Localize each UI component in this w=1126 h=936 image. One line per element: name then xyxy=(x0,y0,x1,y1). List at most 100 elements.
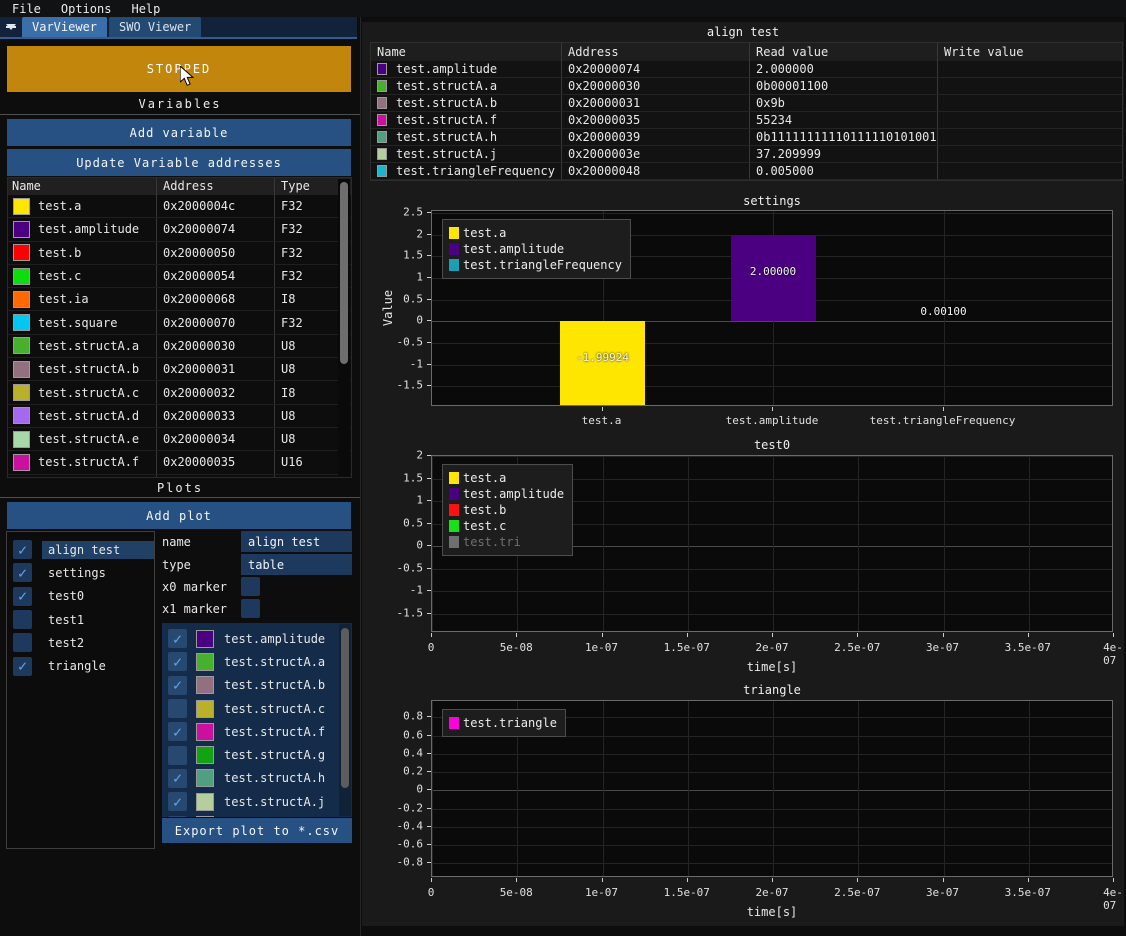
collapse-tabbar-icon[interactable] xyxy=(0,17,22,37)
series-item[interactable]: ✓test.structA.g xyxy=(162,743,352,766)
series-visible-checkbox[interactable]: ✓ xyxy=(168,699,187,718)
series-list-scrollbar[interactable] xyxy=(339,624,351,816)
legend-entry[interactable]: test.amplitude xyxy=(449,241,622,257)
plot-name[interactable]: test0 xyxy=(42,587,90,605)
series-color-swatch[interactable] xyxy=(196,723,214,741)
series-item[interactable]: ✓test.structA.a xyxy=(162,650,352,673)
table-row[interactable]: test.structA.b0x20000031U8 xyxy=(8,358,351,381)
x0-marker-checkbox[interactable]: ✓ xyxy=(241,577,260,596)
table-row[interactable]: test.structA.a0x20000030U8 xyxy=(8,335,351,358)
series-color-swatch[interactable] xyxy=(196,769,214,787)
variable-color-swatch[interactable] xyxy=(13,198,30,215)
plot-visible-checkbox[interactable]: ✓ xyxy=(13,540,32,559)
plot-list-item[interactable]: ✓ align test xyxy=(7,538,154,561)
plot-list-item[interactable]: ✓ test2 xyxy=(7,631,154,654)
series-color-swatch[interactable] xyxy=(196,653,214,671)
legend-entry[interactable]: test.amplitude xyxy=(449,486,564,502)
table-row[interactable]: test.triangleFrequency0x200000480.005000 xyxy=(371,163,1122,180)
plot-name[interactable]: test2 xyxy=(42,634,90,652)
update-variable-addresses-button[interactable]: Update Variable addresses xyxy=(7,149,351,176)
target-state-button[interactable]: STOPPED xyxy=(7,46,351,92)
legend-entry[interactable]: test.b xyxy=(449,502,564,518)
plot-name[interactable]: settings xyxy=(42,564,112,582)
variable-color-swatch[interactable] xyxy=(13,477,30,478)
legend-entry[interactable]: test.c xyxy=(449,518,564,534)
table-row[interactable]: test.square0x20000070F32 xyxy=(8,311,351,334)
table-row[interactable]: test.structA.c0x20000032I8 xyxy=(8,381,351,404)
variable-color-swatch[interactable] xyxy=(13,361,30,378)
table-row[interactable]: test.ia0x20000068I8 xyxy=(8,288,351,311)
legend-entry[interactable]: test.a xyxy=(449,470,564,486)
plot-type-select[interactable]: table xyxy=(241,554,352,575)
variable-color-swatch[interactable] xyxy=(13,291,30,308)
add-variable-button[interactable]: Add variable xyxy=(7,119,351,146)
menu-options[interactable]: Options xyxy=(61,2,112,16)
table-row[interactable]: test.b0x20000050F32 xyxy=(8,242,351,265)
variables-table-scrollbar[interactable] xyxy=(338,179,350,476)
menu-file[interactable]: File xyxy=(12,2,41,16)
column-header-name[interactable]: Name xyxy=(8,178,157,195)
legend-entry[interactable]: test.a xyxy=(449,225,622,241)
table-row[interactable] xyxy=(8,475,351,478)
menu-help[interactable]: Help xyxy=(131,2,160,16)
plot-list-item[interactable]: ✓ test0 xyxy=(7,585,154,608)
table-row[interactable]: test.structA.h0x200000390b11111111110111… xyxy=(371,129,1122,146)
table-row[interactable]: test.structA.a0x200000300b00001100 xyxy=(371,78,1122,95)
series-color-swatch[interactable] xyxy=(196,816,214,817)
write-value-cell[interactable] xyxy=(938,95,1122,111)
table-row[interactable]: test.amplitude0x200000742.000000 xyxy=(371,61,1122,78)
tab-varviewer[interactable]: VarViewer xyxy=(22,17,107,37)
variable-color-swatch[interactable] xyxy=(13,454,30,471)
series-visible-checkbox[interactable]: ✓ xyxy=(168,629,187,648)
series-item[interactable]: ✓test.structA.j xyxy=(162,790,352,813)
plot-visible-checkbox[interactable]: ✓ xyxy=(13,563,32,582)
plot-visible-checkbox[interactable]: ✓ xyxy=(13,633,32,652)
table-row[interactable]: test.amplitude0x20000074F32 xyxy=(8,218,351,241)
write-value-cell[interactable] xyxy=(938,129,1122,145)
series-item[interactable]: ✓test.structA.h xyxy=(162,767,352,790)
table-row[interactable]: test.structA.e0x20000034U8 xyxy=(8,428,351,451)
variable-color-swatch[interactable] xyxy=(13,268,30,285)
variable-color-swatch[interactable] xyxy=(13,384,30,401)
write-value-cell[interactable] xyxy=(938,61,1122,77)
column-header-address[interactable]: Address xyxy=(562,43,750,61)
series-item[interactable]: ✓test.structA.f xyxy=(162,720,352,743)
plot-visible-checkbox[interactable]: ✓ xyxy=(13,610,32,629)
column-header-name[interactable]: Name xyxy=(371,43,562,61)
table-row[interactable]: test.structA.f0x20000035U16 xyxy=(8,451,351,474)
variable-color-swatch[interactable] xyxy=(13,221,30,238)
plot-name[interactable]: test1 xyxy=(42,611,90,629)
export-csv-button[interactable]: Export plot to *.csv xyxy=(162,818,352,843)
plot-name[interactable]: align test xyxy=(42,541,154,559)
plot-visible-checkbox[interactable]: ✓ xyxy=(13,657,32,676)
series-color-swatch[interactable] xyxy=(196,630,214,648)
series-color-swatch[interactable] xyxy=(196,793,214,811)
plot-list-item[interactable]: ✓ test1 xyxy=(7,608,154,631)
chart-legend[interactable]: test.atest.amplitudetest.triangleFrequen… xyxy=(442,219,631,279)
series-item[interactable]: ✓test.structA.b xyxy=(162,674,352,697)
write-value-cell[interactable] xyxy=(938,112,1122,128)
plot-name[interactable]: triangle xyxy=(42,657,112,675)
legend-entry[interactable]: test.triangleFrequency xyxy=(449,257,622,273)
table-row[interactable]: test.structA.d0x20000033U8 xyxy=(8,405,351,428)
variable-color-swatch[interactable] xyxy=(13,244,30,261)
plot-visible-checkbox[interactable]: ✓ xyxy=(13,587,32,606)
scrollbar-thumb[interactable] xyxy=(341,628,349,788)
column-header-write-value[interactable]: Write value xyxy=(938,43,1122,61)
series-visible-checkbox[interactable]: ✓ xyxy=(168,816,187,817)
variable-color-swatch[interactable] xyxy=(13,431,30,448)
plot-list-item[interactable]: ✓ triangle xyxy=(7,654,154,677)
column-header-type[interactable]: Type xyxy=(275,178,339,195)
series-item[interactable]: ✓test.amplitude xyxy=(162,627,352,650)
tab-swo-viewer[interactable]: SWO Viewer xyxy=(109,17,201,37)
variable-color-swatch[interactable] xyxy=(13,314,30,331)
table-row[interactable]: test.c0x20000054F32 xyxy=(8,265,351,288)
series-item[interactable]: ✓ xyxy=(162,813,352,817)
column-header-address[interactable]: Address xyxy=(157,178,275,195)
plot-list-item[interactable]: ✓ settings xyxy=(7,561,154,584)
chart-legend[interactable]: test.atest.amplitudetest.btest.ctest.tri xyxy=(442,464,573,556)
series-visible-checkbox[interactable]: ✓ xyxy=(168,746,187,765)
series-visible-checkbox[interactable]: ✓ xyxy=(168,769,187,788)
legend-entry[interactable]: test.triangle xyxy=(449,715,557,731)
write-value-cell[interactable] xyxy=(938,78,1122,94)
